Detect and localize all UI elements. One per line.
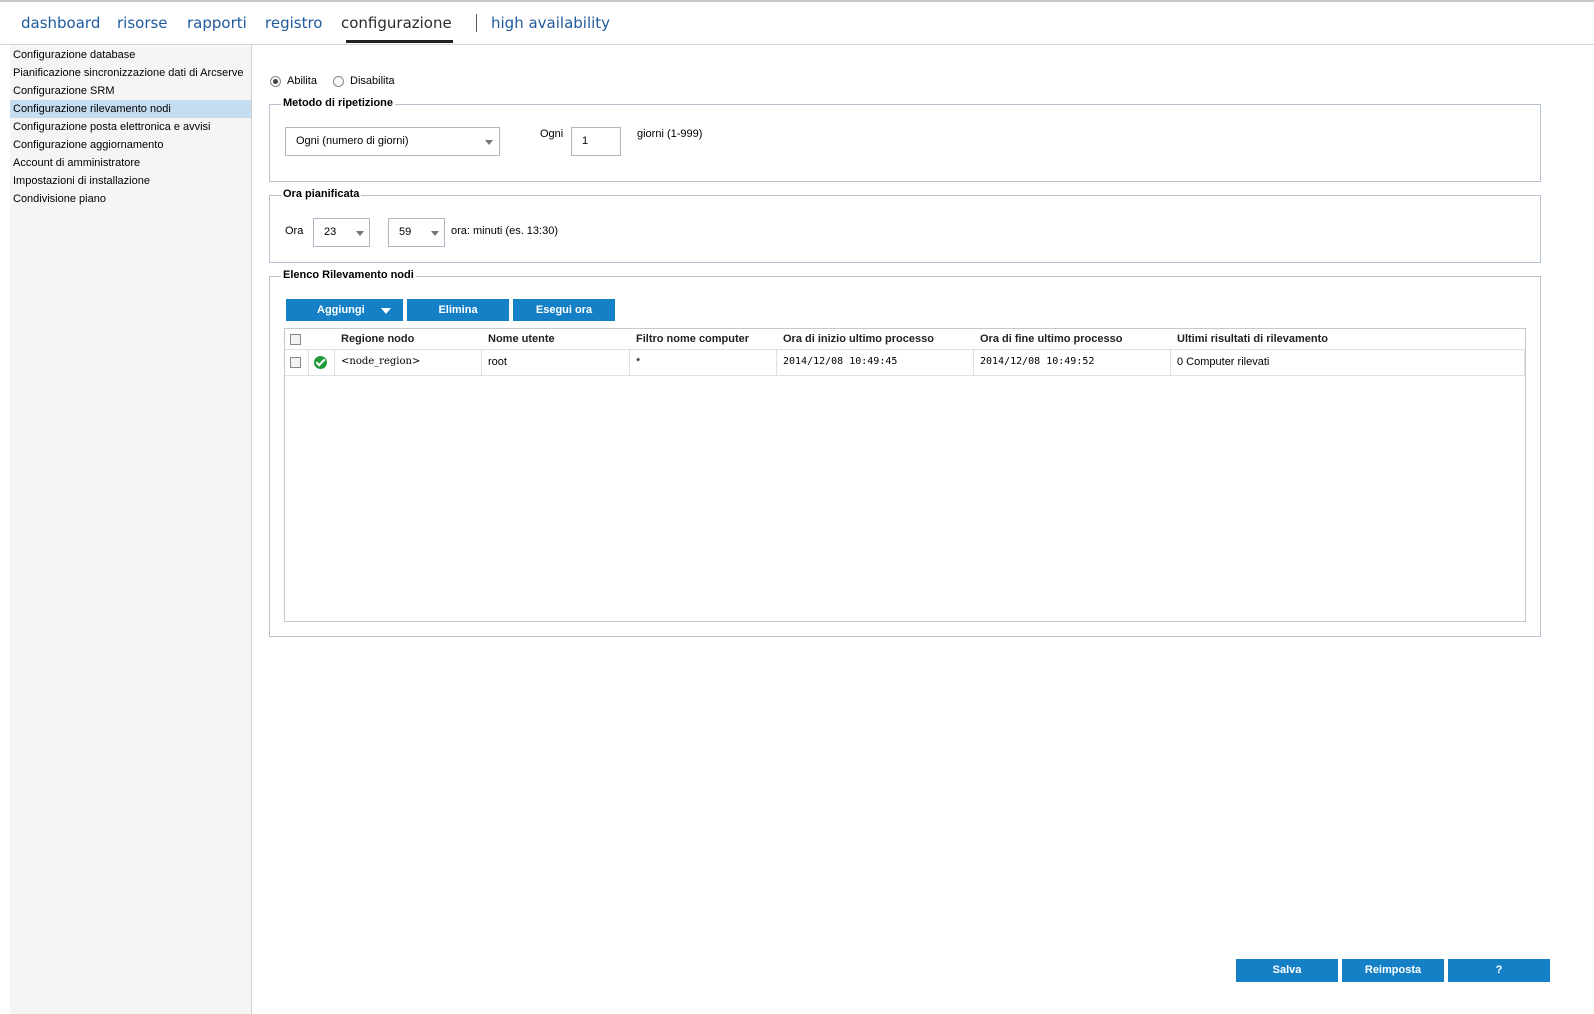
row-status-cell (309, 350, 335, 375)
sidebar-item-plan-sharing[interactable]: Condivisione piano (10, 190, 251, 208)
sidebar-item-database[interactable]: Configurazione database (10, 46, 251, 64)
minute-value: 59 (399, 226, 412, 238)
help-button[interactable]: ? (1448, 959, 1550, 982)
repeat-method-value: Ogni (numero di giorni) (296, 135, 409, 147)
discovery-list-legend: Elenco Rilevamento nodi (281, 269, 416, 281)
nav-separator (476, 14, 477, 32)
chevron-down-icon (431, 230, 439, 236)
column-header-end[interactable]: Ora di fine ultimo processo (974, 329, 1171, 349)
row-result: 0 Computer rilevati (1171, 350, 1525, 375)
column-header-user[interactable]: Nome utente (482, 329, 630, 349)
disable-radio[interactable]: Disabilita (333, 75, 395, 87)
sidebar-item-sync-schedule[interactable]: Pianificazione sincronizzazione dati di … (10, 64, 251, 82)
save-button[interactable]: Salva (1236, 959, 1338, 982)
row-filter: * (630, 350, 777, 375)
enable-radio-label: Abilita (287, 75, 317, 87)
repeat-method-legend: Metodo di ripetizione (281, 97, 395, 109)
every-label: Ogni (540, 128, 564, 140)
check-circle-icon (314, 355, 327, 369)
days-hint: giorni (1-999) (637, 128, 703, 140)
nav-tab-dashboard[interactable]: dashboard (21, 14, 100, 32)
repeat-method-group: Metodo di ripetizione Ogni (numero di gi… (269, 97, 1541, 182)
row-checkbox-cell (285, 350, 309, 375)
main-content: Abilita Disabilita Metodo di ripetizione… (252, 45, 1594, 1014)
table-header: Regione nodo Nome utente Filtro nome com… (285, 329, 1525, 349)
nav-tab-rapporti[interactable]: rapporti (187, 14, 247, 32)
active-tab-indicator (346, 40, 453, 43)
column-header-result[interactable]: Ultimi risultati di rilevamento (1171, 329, 1523, 349)
sidebar-item-email-alerts[interactable]: Configurazione posta elettronica e avvis… (10, 118, 251, 136)
reset-button[interactable]: Reimposta (1342, 959, 1444, 982)
days-input[interactable]: 1 (571, 127, 621, 156)
delete-button[interactable]: Elimina (407, 299, 509, 321)
row-start-time: 2014/12/08 10:49:45 (777, 350, 974, 375)
discovery-table: Regione nodo Nome utente Filtro nome com… (284, 328, 1526, 622)
repeat-method-select[interactable]: Ogni (numero di giorni) (285, 127, 500, 156)
top-navigation: dashboard risorse rapporti registro conf… (0, 2, 1594, 45)
column-header-region[interactable]: Regione nodo (335, 329, 482, 349)
table-row[interactable]: <node_region> root * 2014/12/08 10:49:45… (285, 349, 1525, 376)
sidebar-item-install-settings[interactable]: Impostazioni di installazione (10, 172, 251, 190)
scheduled-time-legend: Ora pianificata (281, 188, 362, 200)
column-header-filter[interactable]: Filtro nome computer (630, 329, 777, 349)
hour-label: Ora (285, 225, 304, 237)
row-user: root (482, 350, 630, 375)
sidebar: Configurazione database Pianificazione s… (10, 45, 252, 1014)
chevron-down-icon (356, 230, 364, 236)
enable-radio[interactable]: Abilita (270, 75, 317, 87)
sidebar-item-admin-account[interactable]: Account di amministratore (10, 154, 251, 172)
radio-selected-icon (270, 75, 281, 87)
chevron-down-icon (485, 139, 493, 145)
disable-radio-label: Disabilita (350, 75, 395, 87)
nav-tab-registro[interactable]: registro (265, 14, 322, 32)
row-region: <node_region> (335, 350, 482, 375)
add-button-label: Aggiungi (317, 304, 365, 316)
hour-value: 23 (324, 226, 337, 238)
radio-unselected-icon (333, 75, 344, 87)
hour-select[interactable]: 23 (313, 218, 370, 247)
row-checkbox[interactable] (290, 356, 301, 368)
add-button[interactable]: Aggiungi (286, 299, 403, 321)
scheduled-time-group: Ora pianificata Ora 23 59 ora: minuti (e… (269, 188, 1541, 263)
nav-tab-high-availability[interactable]: high availability (491, 14, 610, 32)
nav-tab-configurazione[interactable]: configurazione (341, 14, 452, 32)
time-format-hint: ora: minuti (es. 13:30) (451, 225, 558, 237)
sidebar-item-updates[interactable]: Configurazione aggiornamento (10, 136, 251, 154)
sidebar-item-node-discovery[interactable]: Configurazione rilevamento nodi (10, 100, 251, 118)
select-all-cell (285, 329, 309, 349)
column-header-start[interactable]: Ora di inizio ultimo processo (777, 329, 974, 349)
select-all-checkbox[interactable] (290, 333, 301, 345)
row-end-time: 2014/12/08 10:49:52 (974, 350, 1171, 375)
run-now-button[interactable]: Esegui ora (513, 299, 615, 321)
nav-tab-risorse[interactable]: risorse (117, 14, 168, 32)
chevron-down-icon (381, 308, 391, 314)
sidebar-item-srm[interactable]: Configurazione SRM (10, 82, 251, 100)
minute-select[interactable]: 59 (388, 218, 445, 247)
